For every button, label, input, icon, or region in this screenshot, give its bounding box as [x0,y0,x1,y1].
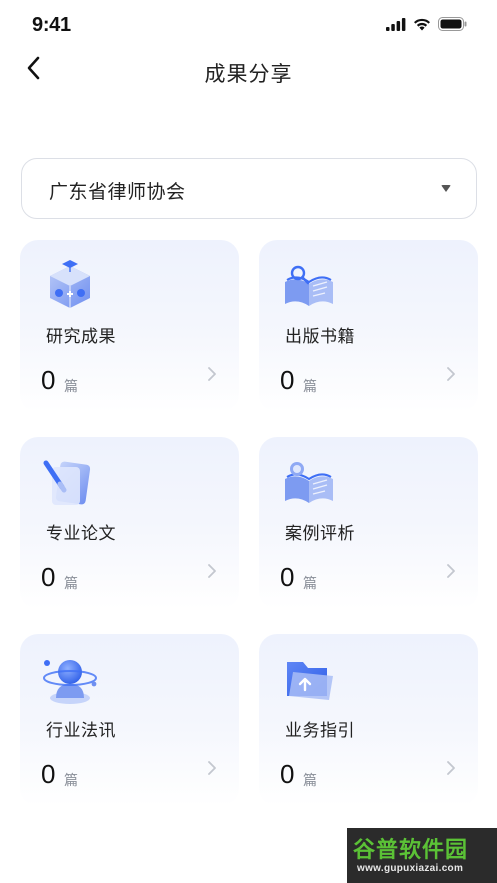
card-title: 案例评析 [285,524,355,543]
card-count: 0 [41,562,56,592]
status-time: 9:41 [32,14,71,36]
card-unit: 篇 [64,772,78,788]
watermark: 谷普软件园 www.gupuxiazai.com [347,828,497,883]
card-title: 专业论文 [46,524,116,543]
card-professional-papers[interactable]: 专业论文 0 篇 [20,437,239,609]
chevron-right-icon [207,761,217,775]
watermark-text: 谷普软件园 [353,837,469,862]
paper-pen-icon [42,457,98,509]
card-count: 0 [280,365,295,395]
organization-select[interactable]: 广东省律师协会 [21,158,477,219]
card-case-reviews[interactable]: 案例评析 0 篇 [259,437,478,609]
card-business-guide[interactable]: 业务指引 0 篇 [259,634,478,806]
chevron-right-icon [446,367,456,381]
research-cube-icon [42,260,98,312]
card-unit: 篇 [303,772,317,788]
nav-bar: 成果分享 [0,50,497,90]
card-research-results[interactable]: 研究成果 0 篇 [20,240,239,412]
chevron-right-icon [446,761,456,775]
card-unit: 篇 [64,378,78,394]
chevron-right-icon [207,564,217,578]
watermark-url: www.gupuxiazai.com [357,863,464,874]
card-count: 0 [280,562,295,592]
open-book-icon [281,260,337,312]
page-title: 成果分享 [204,63,293,86]
card-unit: 篇 [303,575,317,591]
chevron-right-icon [446,564,456,578]
card-count: 0 [41,365,56,395]
case-book-icon [281,457,337,509]
chevron-right-icon [207,367,217,381]
news-globe-icon [42,654,98,706]
card-count: 0 [280,759,295,789]
status-icons [386,17,467,36]
card-unit: 篇 [303,378,317,394]
status-bar: 9:41 [0,0,497,52]
organization-select-value: 广东省律师协会 [49,182,186,203]
card-title: 研究成果 [46,327,116,346]
wifi-icon [413,18,431,36]
card-title: 业务指引 [285,721,355,740]
card-title: 出版书籍 [285,327,355,346]
card-industry-news[interactable]: 行业法讯 0 篇 [20,634,239,806]
battery-icon [438,17,467,36]
guide-folder-icon [281,654,337,706]
card-count: 0 [41,759,56,789]
card-unit: 篇 [64,575,78,591]
card-published-books[interactable]: 出版书籍 0 篇 [259,240,478,412]
signal-icon [386,17,406,36]
card-title: 行业法讯 [46,721,116,740]
caret-down-icon [441,185,451,192]
